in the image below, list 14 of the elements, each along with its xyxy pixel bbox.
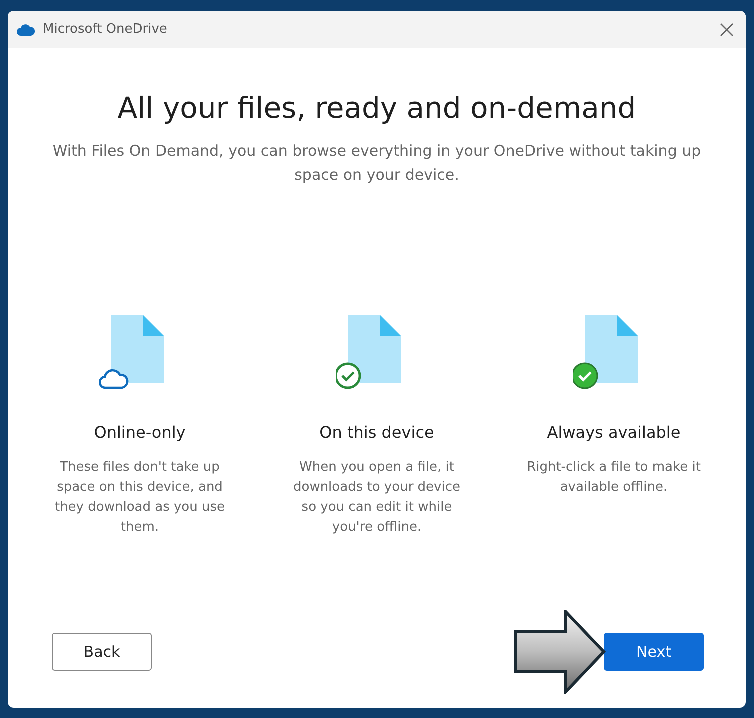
window-title: Microsoft OneDrive	[43, 22, 168, 37]
back-button[interactable]: Back	[52, 633, 152, 671]
heading: All your files, ready and on-demand	[118, 91, 636, 125]
option-description: Right-click a file to make it available offline.	[526, 459, 702, 497]
option-title: Always available	[547, 423, 681, 442]
cloud-icon	[17, 24, 35, 36]
close-icon[interactable]	[720, 22, 734, 36]
option-description: These files don't take up space on this device, and they download as you use them.	[54, 459, 226, 537]
option-description: When you open a file, it downloads to your device so you can edit it while you're offline.	[292, 459, 462, 537]
subtitle: With Files On Demand, you can browse everything in your OneDrive without taking up space on your device.	[52, 141, 702, 186]
next-button[interactable]: Next	[604, 633, 704, 671]
pointer-arrow-icon	[514, 610, 606, 694]
option-title: On this device	[320, 423, 434, 442]
option-title: Online-only	[94, 423, 186, 442]
